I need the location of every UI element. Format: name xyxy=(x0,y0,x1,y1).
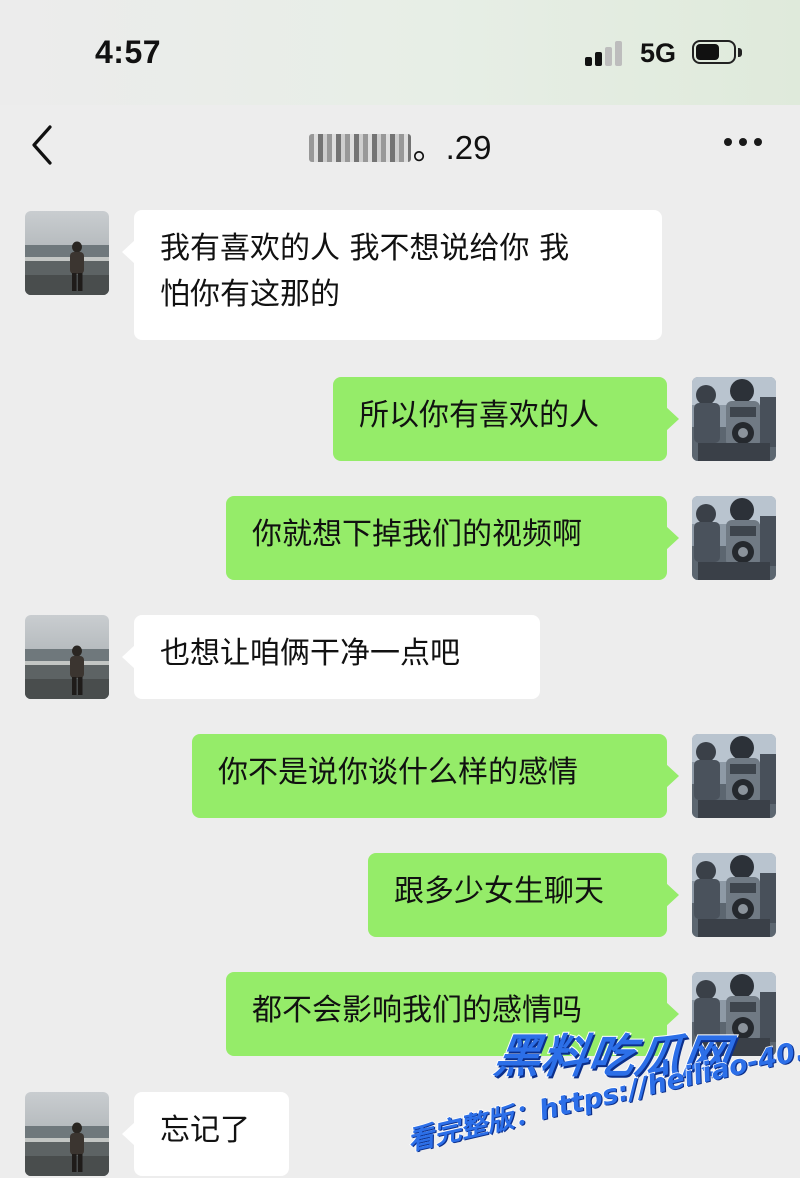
message-bubble-outgoing[interactable]: 你就想下掉我们的视频啊 xyxy=(226,496,679,580)
my-avatar[interactable] xyxy=(692,972,776,1056)
message-bubble-outgoing[interactable]: 你不是说你谈什么样的感情 xyxy=(192,734,679,818)
my-avatar[interactable] xyxy=(692,377,776,461)
message-line: 也想让咱俩干净一点吧 xyxy=(160,636,460,671)
status-bar: 4:57 5G xyxy=(0,0,800,105)
message-bubble-outgoing[interactable]: 都不会影响我们的感情吗 xyxy=(226,972,679,1056)
status-time: 4:57 xyxy=(95,34,162,70)
network-type: 5G xyxy=(640,38,677,68)
message-bubble-outgoing[interactable]: 跟多少女生聊天 xyxy=(368,853,679,937)
contact-avatar[interactable] xyxy=(25,615,109,699)
contact-avatar[interactable] xyxy=(25,1092,109,1176)
my-avatar[interactable] xyxy=(692,734,776,818)
my-avatar[interactable] xyxy=(692,853,776,937)
message-line: 都不会影响我们的感情吗 xyxy=(252,993,582,1028)
message-bubble-incoming[interactable]: 也想让咱俩干净一点吧 xyxy=(122,615,540,699)
redacted-name xyxy=(308,134,411,162)
message-line: 忘记了 xyxy=(160,1113,250,1148)
chat-title: 。.29 xyxy=(0,121,800,169)
message-line: 所以你有喜欢的人 xyxy=(359,398,599,433)
chat-header: 。.29 xyxy=(0,105,800,187)
more-dots-icon[interactable] xyxy=(722,135,764,149)
message-bubble-incoming[interactable]: 我有喜欢的人 我不想说给你 我 怕你有这那的 xyxy=(122,210,662,340)
my-avatar[interactable] xyxy=(692,496,776,580)
message-line: 跟多少女生聊天 xyxy=(394,874,604,909)
battery-level xyxy=(696,44,719,60)
signal-icon xyxy=(585,40,625,66)
chat-title-text: 。.29 xyxy=(412,129,492,166)
message-line: 你就想下掉我们的视频啊 xyxy=(252,517,582,552)
message-bubble-incoming[interactable]: 忘记了 xyxy=(122,1092,289,1176)
message-bubble-outgoing[interactable]: 所以你有喜欢的人 xyxy=(333,377,679,461)
battery-icon xyxy=(692,40,744,66)
message-line: 怕你有这那的 xyxy=(160,277,340,312)
message-line: 我有喜欢的人 我不想说给你 我 xyxy=(160,231,570,266)
contact-avatar[interactable] xyxy=(25,211,109,295)
message-line: 你不是说你谈什么样的感情 xyxy=(218,755,578,790)
